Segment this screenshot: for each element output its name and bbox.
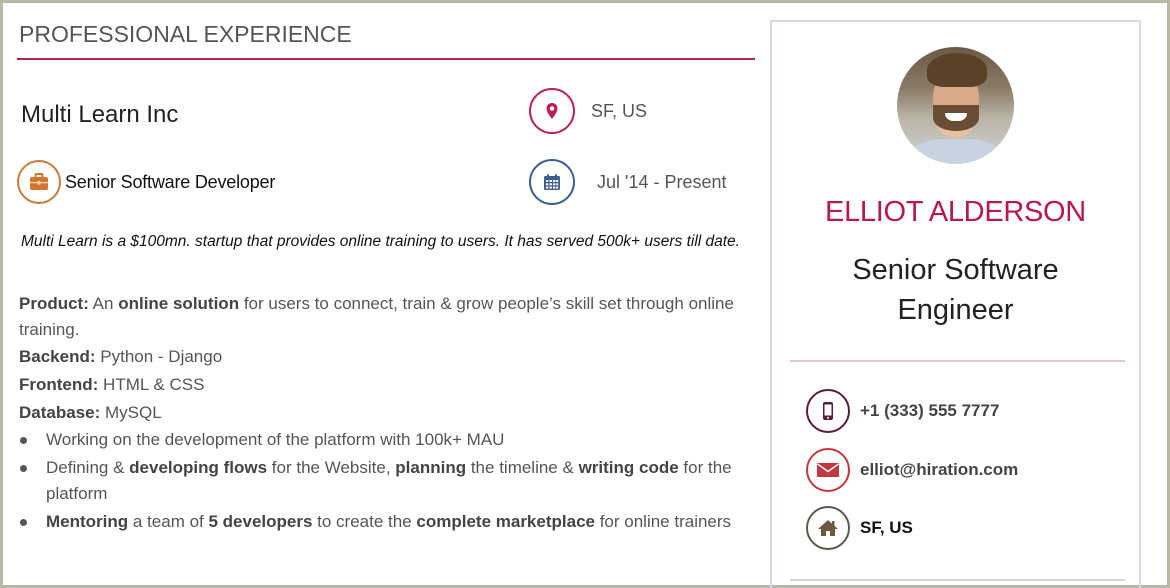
bullet-text: the timeline & <box>466 458 579 477</box>
database-value: MySQL <box>100 403 162 422</box>
responsibility-item: Working on the development of the platfo… <box>19 427 759 453</box>
briefcase-icon <box>17 160 61 204</box>
highlight-text: writing code <box>578 458 679 477</box>
highlight-text: planning <box>395 458 467 477</box>
bullet-text: Working on the development of the platfo… <box>46 430 505 449</box>
phone-number[interactable]: +1 (333) 555 7777 <box>860 401 999 421</box>
profile-card: ELLIOT ALDERSON Senior Software Engineer… <box>770 20 1141 588</box>
bullet-text: a team of <box>128 512 209 531</box>
card-divider-bottom <box>790 579 1125 581</box>
email-address[interactable]: elliot@hiration.com <box>860 460 1018 480</box>
database-label: Database: <box>19 403 101 422</box>
card-divider <box>790 360 1125 362</box>
profile-name: ELLIOT ALDERSON <box>825 196 1086 228</box>
section-divider <box>17 58 755 60</box>
home-icon <box>806 506 850 550</box>
contact-email: elliot@hiration.com <box>806 448 1018 492</box>
bullet-text: to create the <box>312 512 417 531</box>
database-line: Database: MySQL <box>19 399 759 427</box>
highlight-text: Mentoring <box>46 512 129 531</box>
profile-title-line1: Senior Software <box>852 254 1059 286</box>
address-text: SF, US <box>860 518 913 537</box>
job-role: Senior Software Developer <box>65 171 276 192</box>
avatar <box>897 47 1014 164</box>
product-label: Product: <box>19 294 89 313</box>
backend-value: Python - Django <box>95 347 223 366</box>
job-details: Product: An online solution for users to… <box>19 291 759 537</box>
bullet-text: for the Website, <box>267 458 396 477</box>
role-row: Senior Software Developer <box>17 160 275 204</box>
backend-line: Backend: Python - Django <box>19 343 759 371</box>
highlight-text: 5 developers <box>208 512 313 531</box>
profile-title-line2: Engineer <box>897 294 1014 326</box>
backend-label: Backend: <box>19 347 96 366</box>
profile-title: Senior Software Engineer <box>772 250 1139 330</box>
resume-page: PROFESSIONAL EXPERIENCE Multi Learn Inc … <box>3 3 1167 588</box>
frontend-label: Frontend: <box>19 375 99 394</box>
mobile-phone-icon <box>806 389 850 433</box>
job-dates-text: Jul '14 - Present <box>597 171 727 192</box>
map-pin-icon <box>529 88 575 134</box>
responsibility-list: Working on the development of the platfo… <box>19 427 759 535</box>
bullet-text: Defining & <box>46 458 130 477</box>
bullet-text: for online trainers <box>594 512 732 531</box>
company-summary: Multi Learn is a $100mn. startup that pr… <box>21 233 740 250</box>
company-name: Multi Learn Inc <box>21 101 179 128</box>
calendar-icon <box>529 159 575 205</box>
envelope-icon <box>806 448 850 492</box>
frontend-value: HTML & CSS <box>98 375 205 394</box>
frontend-line: Frontend: HTML & CSS <box>19 371 759 399</box>
product-highlight: online solution <box>118 294 240 313</box>
contact-address: SF, US <box>806 506 913 550</box>
job-dates: Jul '14 - Present <box>529 159 727 205</box>
product-text: An <box>88 294 119 313</box>
product-line: Product: An online solution for users to… <box>19 291 759 343</box>
section-title: PROFESSIONAL EXPERIENCE <box>19 21 352 47</box>
responsibility-item: Mentoring a team of 5 developers to crea… <box>19 509 759 535</box>
job-location-text: SF, US <box>591 100 648 121</box>
job-location: SF, US <box>529 88 647 134</box>
highlight-text: complete marketplace <box>416 512 595 531</box>
contact-phone: +1 (333) 555 7777 <box>806 389 999 433</box>
highlight-text: developing flows <box>129 458 268 477</box>
responsibility-item: Defining & developing flows for the Webs… <box>19 455 759 507</box>
